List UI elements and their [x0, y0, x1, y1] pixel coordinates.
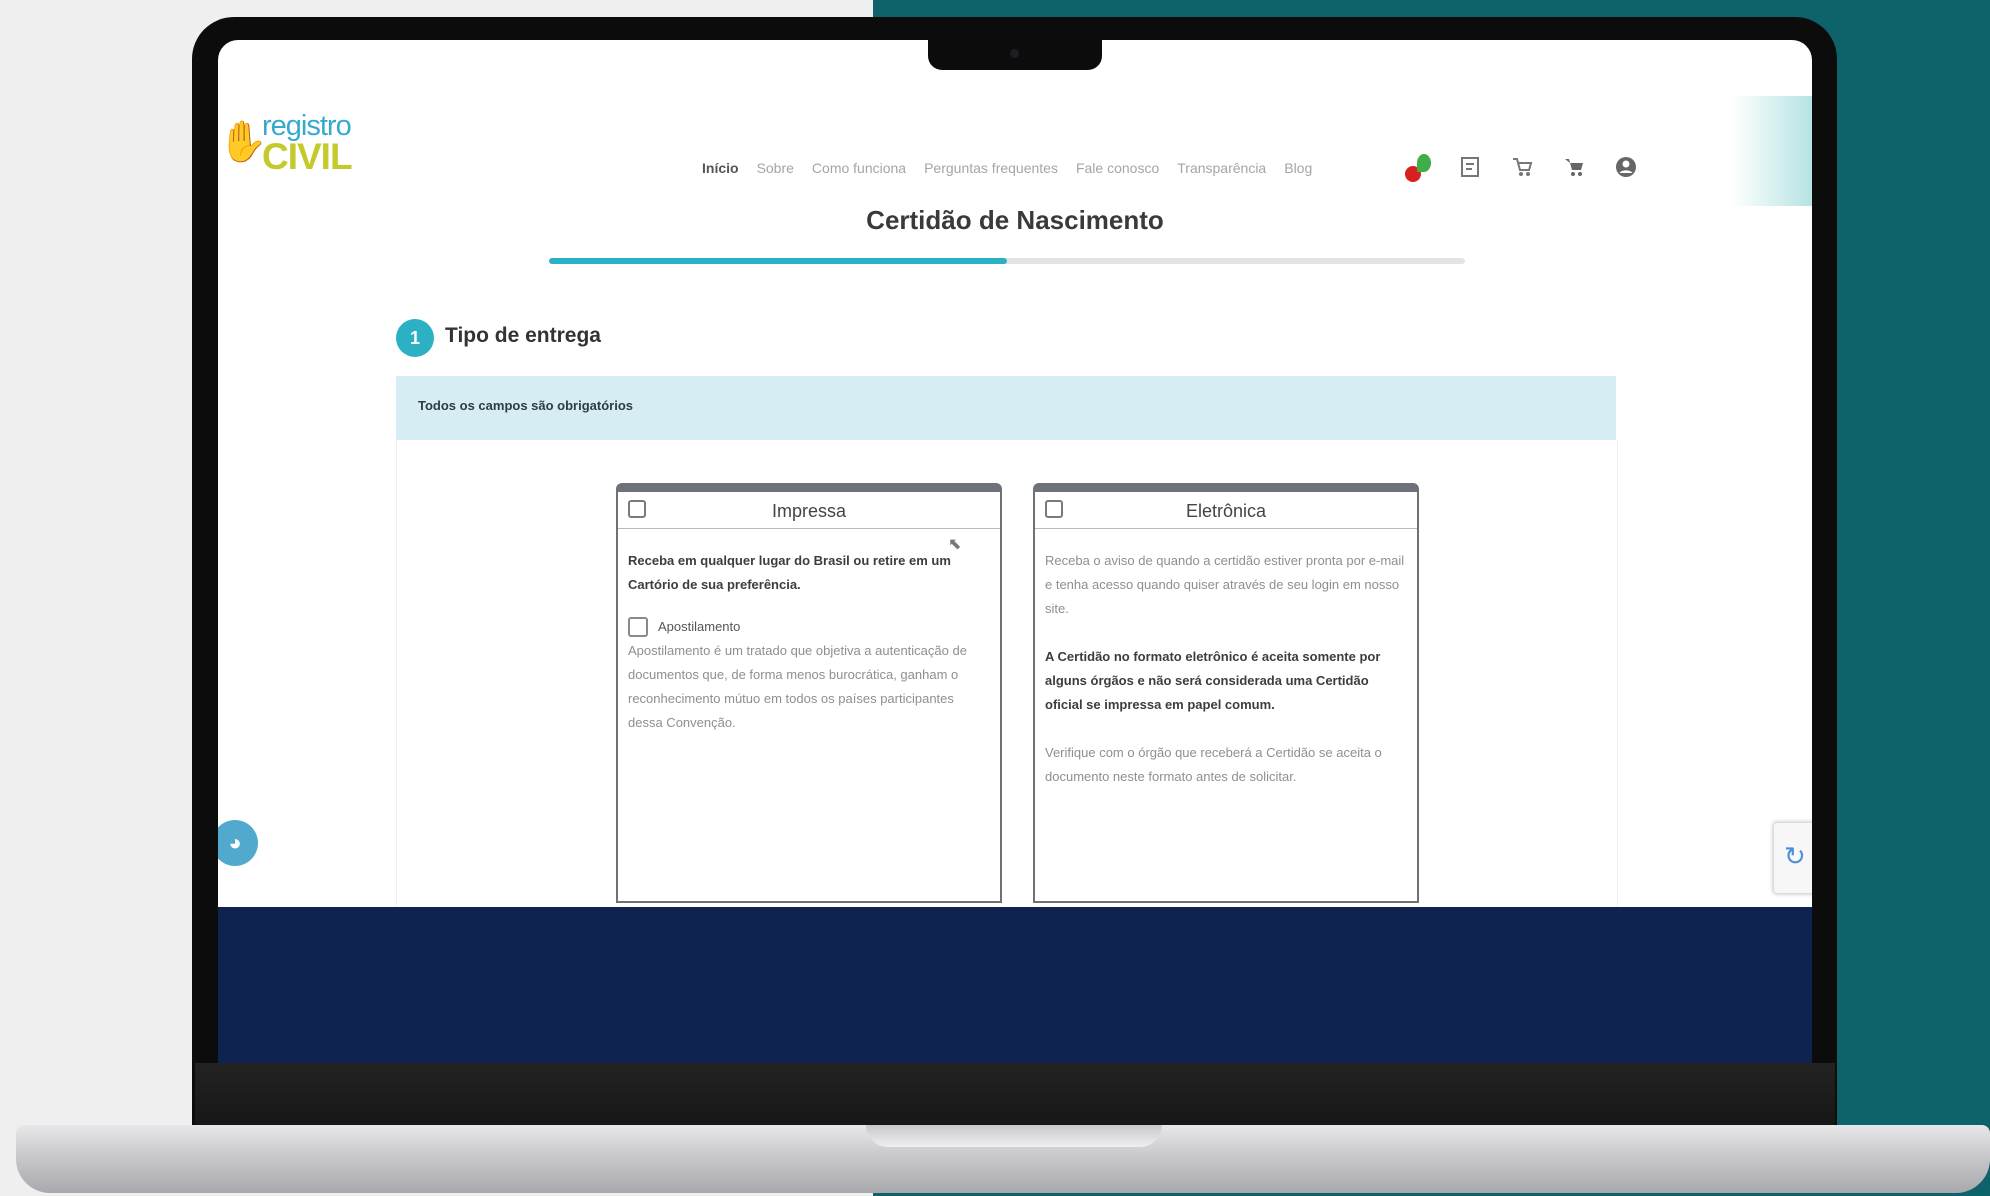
- required-fields-notice: Todos os campos são obrigatórios: [396, 376, 1616, 440]
- apostilamento-option[interactable]: Apostilamento: [628, 615, 990, 639]
- progress-bar-fill: [549, 258, 1007, 264]
- eletronica-title: Eletrônica: [1185, 501, 1267, 521]
- impressa-title: Impressa: [771, 501, 847, 521]
- impressa-description: Receba em qualquer lugar do Brasil ou re…: [628, 553, 951, 592]
- eletronica-body: Receba o aviso de quando a certidão esti…: [1035, 529, 1417, 789]
- nav-como-funciona[interactable]: Como funciona: [812, 160, 906, 176]
- recaptcha-icon[interactable]: ↻: [1773, 822, 1812, 894]
- nav-inicio[interactable]: Início: [702, 160, 739, 176]
- impressa-body: Receba em qualquer lugar do Brasil ou re…: [618, 529, 1000, 735]
- cookie-icon[interactable]: ◕: [218, 820, 258, 866]
- eletronica-warning: A Certidão no formato eletrônico é aceit…: [1045, 649, 1381, 712]
- delivery-card-eletronica[interactable]: Eletrônica Receba o aviso de quando a ce…: [1033, 483, 1419, 903]
- receipt-icon[interactable]: [1455, 152, 1485, 182]
- form-panel: [396, 440, 1618, 960]
- step-label: Tipo de entrega: [445, 324, 601, 347]
- whatsapp-icon[interactable]: [1403, 152, 1433, 182]
- nav-sobre[interactable]: Sobre: [757, 160, 794, 176]
- page-title: Certidão de Nascimento: [866, 205, 1164, 235]
- card-header: Eletrônica: [1035, 492, 1417, 529]
- header-icons: [1403, 152, 1641, 182]
- main-nav: Início Sobre Como funciona Perguntas fre…: [702, 160, 1312, 176]
- laptop-screen: ✋ registro CIVIL Início Sobre Como funci…: [218, 40, 1812, 1065]
- user-icon[interactable]: [1611, 152, 1641, 182]
- site-header: [218, 96, 1812, 206]
- nav-transparencia[interactable]: Transparência: [1177, 160, 1266, 176]
- notice-text: Todos os campos são obrigatórios: [418, 398, 634, 413]
- header-edge-fade: [1732, 96, 1812, 206]
- cart-arrow-icon[interactable]: [1507, 152, 1537, 182]
- eletronica-description: Receba o aviso de quando a certidão esti…: [1045, 553, 1405, 616]
- laptop-opening-lip: [866, 1125, 1162, 1147]
- nav-fale-conosco[interactable]: Fale conosco: [1076, 160, 1159, 176]
- apostilamento-description: Apostilamento é um tratado que objetiva …: [628, 643, 967, 730]
- site-footer: [218, 907, 1812, 1065]
- eletronica-note: Verifique com o órgão que receberá a Cer…: [1045, 745, 1382, 784]
- apostilamento-checkbox[interactable]: [628, 617, 648, 637]
- progress-bar: [549, 258, 1465, 264]
- site-logo[interactable]: ✋ registro CIVIL: [218, 108, 358, 178]
- cart-icon[interactable]: [1559, 152, 1589, 182]
- nav-blog[interactable]: Blog: [1284, 160, 1312, 176]
- laptop-chin: [195, 1063, 1835, 1127]
- mouse-cursor-icon: ⬉: [948, 536, 962, 553]
- logo-text-bottom: CIVIL: [262, 136, 353, 177]
- logo-hand-icon: ✋: [218, 120, 268, 164]
- delivery-card-impressa[interactable]: Impressa Receba em qualquer lugar do Bra…: [616, 483, 1002, 903]
- step-number-badge: 1: [396, 319, 434, 357]
- camera-notch: [928, 38, 1102, 70]
- apostilamento-label: Apostilamento: [658, 619, 741, 634]
- nav-perguntas-frequentes[interactable]: Perguntas frequentes: [924, 160, 1058, 176]
- card-header: Impressa: [618, 492, 1000, 529]
